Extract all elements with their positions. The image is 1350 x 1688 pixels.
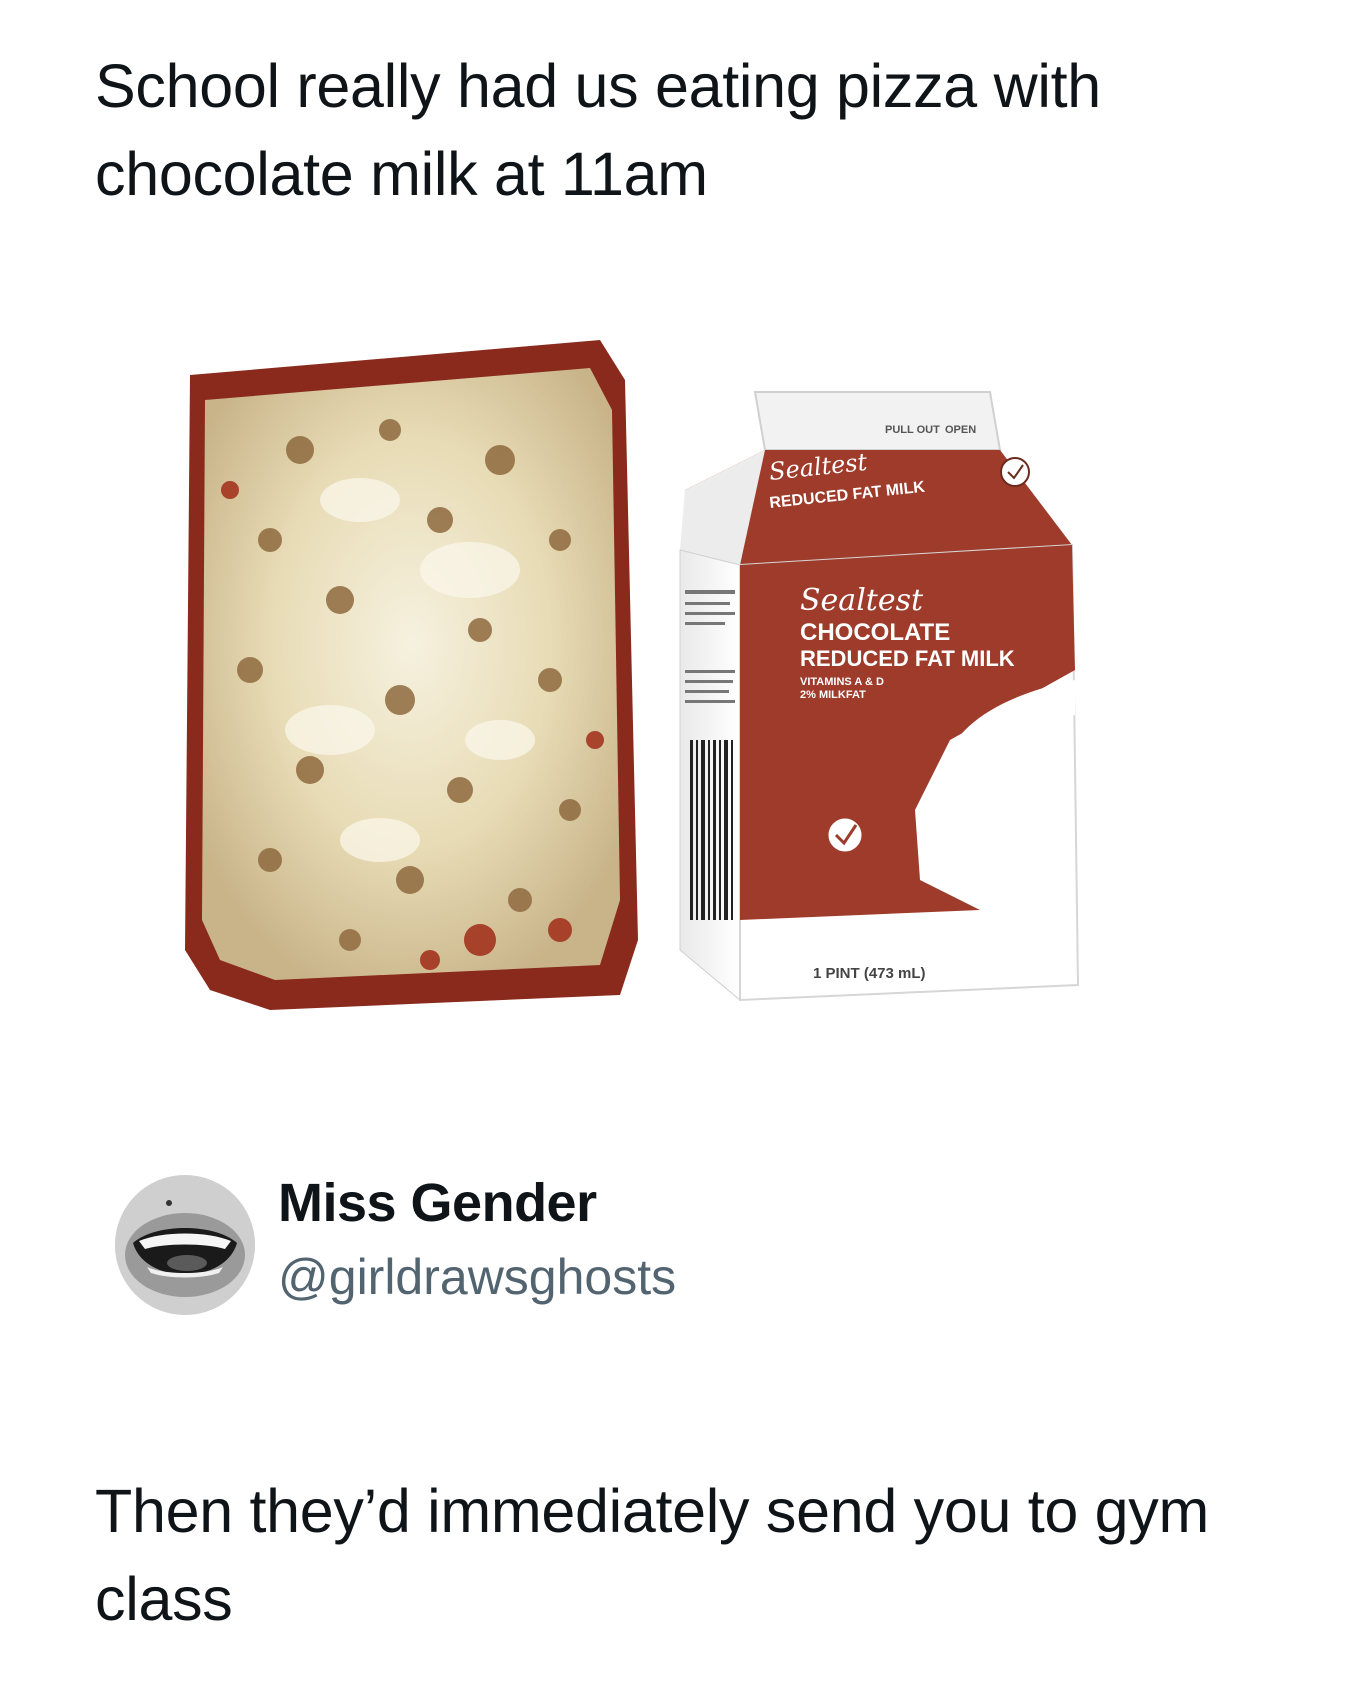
carton-size: 1 PINT (473 mL) [813,965,926,982]
author-display-name[interactable]: Miss Gender [278,1170,676,1236]
milk-carton-image: PULL OUT OPEN Sealtest REDUCED FAT MILK … [679,391,1080,1002]
tweet-media[interactable]: PULL OUT OPEN Sealtest REDUCED FAT MILK … [180,340,1180,1100]
quoted-author[interactable]: Miss Gender @girldrawsghosts [115,1170,1015,1320]
pizza-image [185,340,638,1010]
carton-tab-left: PULL OUT [885,424,940,436]
carton-product-line-2: REDUCED FAT MILK [800,646,1015,671]
carton-tab-right: OPEN [945,424,976,436]
avatar[interactable] [115,1175,255,1315]
seal-badge [825,815,865,855]
media-illustration: PULL OUT OPEN Sealtest REDUCED FAT MILK … [185,340,1080,1010]
carton-vitamins: VITAMINS A & D [800,676,884,688]
tweet-text: School really had us eating pizza with c… [95,52,1101,208]
carton-product-line-1: CHOCOLATE [800,619,950,646]
reply-text: Then they’d immediately send you to gym … [95,1477,1209,1633]
carton-fat: 2% MILKFAT [800,689,866,701]
carton-brand: Sealtest [800,583,924,618]
author-handle[interactable]: @girldrawsghosts [278,1246,676,1308]
avatar-mouth-icon [115,1175,255,1315]
